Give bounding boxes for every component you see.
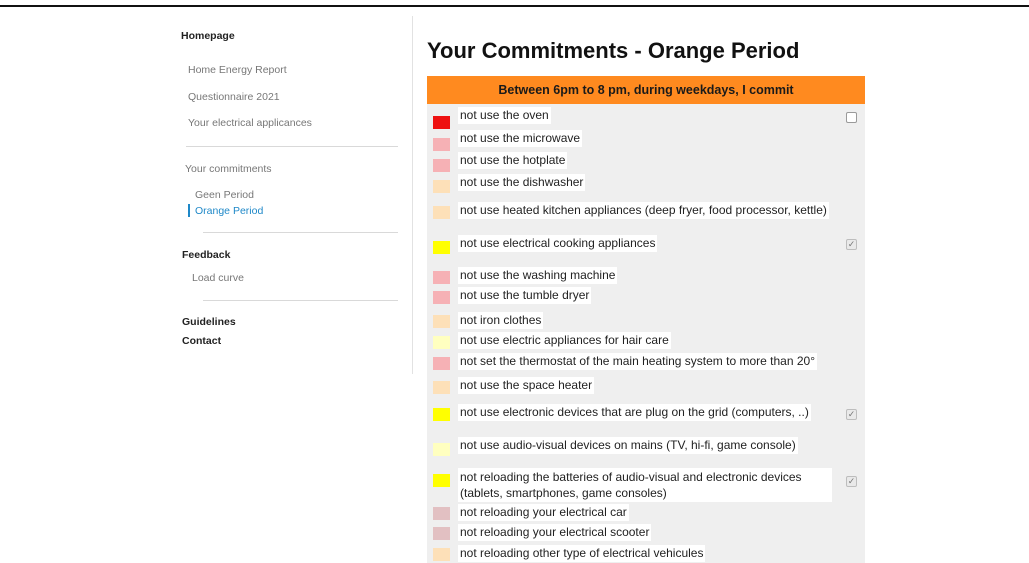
priority-color-swatch	[433, 116, 450, 129]
priority-color-swatch	[433, 138, 450, 151]
commitment-checkbox[interactable]: ✓	[846, 409, 857, 420]
commitment-label: not reloading your electrical car	[458, 504, 629, 521]
sidebar-item-your-commitments[interactable]: Your commitments	[185, 163, 272, 175]
priority-color-swatch	[433, 206, 450, 219]
commitment-label: not use electrical cooking appliances	[458, 235, 658, 252]
commitment-label: not use the oven	[458, 107, 551, 124]
sidebar-divider	[186, 146, 398, 147]
sidebar-item-guidelines[interactable]: Guidelines	[182, 316, 236, 328]
commitment-checkbox[interactable]	[846, 112, 857, 123]
content-divider	[412, 16, 413, 374]
commitment-checkbox[interactable]: ✓	[846, 239, 857, 250]
commitment-label: not reloading the batteries of audio-vis…	[458, 468, 832, 502]
priority-color-swatch	[433, 336, 450, 349]
page-title: Your Commitments - Orange Period	[427, 38, 800, 63]
period-banner: Between 6pm to 8 pm, during weekdays, I …	[427, 76, 865, 104]
priority-color-swatch	[433, 527, 450, 540]
priority-color-swatch	[433, 357, 450, 370]
sidebar-item-feedback[interactable]: Feedback	[182, 249, 230, 261]
sidebar-item-geen-period[interactable]: Geen Period	[195, 189, 254, 201]
sidebar-item-home-energy-report[interactable]: Home Energy Report	[188, 64, 287, 76]
priority-color-swatch	[433, 241, 450, 254]
commitment-label: not use audio-visual devices on mains (T…	[458, 437, 798, 454]
commitment-label: not reloading other type of electrical v…	[458, 545, 706, 562]
sidebar-divider	[203, 232, 398, 233]
commitment-label: not use the hotplate	[458, 152, 568, 169]
banner-text: Between 6pm to 8 pm, during weekdays, I …	[498, 83, 794, 97]
priority-color-swatch	[433, 474, 450, 487]
sidebar-divider	[203, 300, 398, 301]
priority-color-swatch	[433, 443, 450, 456]
commitment-label: not use electric appliances for hair car…	[458, 332, 671, 349]
priority-color-swatch	[433, 315, 450, 328]
commitment-label: not use the microwave	[458, 130, 583, 147]
priority-color-swatch	[433, 507, 450, 520]
commitment-label: not use the space heater	[458, 377, 595, 394]
top-border	[0, 5, 1029, 7]
priority-color-swatch	[433, 291, 450, 304]
priority-color-swatch	[433, 548, 450, 561]
sidebar-item-homepage[interactable]: Homepage	[181, 30, 235, 42]
commitment-label: not use the dishwasher	[458, 174, 586, 191]
commitment-label: not set the thermostat of the main heati…	[458, 353, 817, 370]
priority-color-swatch	[433, 271, 450, 284]
sidebar-item-load-curve[interactable]: Load curve	[192, 272, 244, 284]
sidebar-item-electrical-appliances[interactable]: Your electrical applicances	[188, 117, 312, 129]
active-indicator	[188, 204, 190, 217]
commitment-label: not iron clothes	[458, 312, 544, 329]
commitment-checkbox[interactable]: ✓	[846, 476, 857, 487]
priority-color-swatch	[433, 408, 450, 421]
commitment-label: not reloading your electrical scooter	[458, 524, 652, 541]
sidebar-item-orange-period[interactable]: Orange Period	[195, 205, 263, 217]
commitment-label: not use heated kitchen appliances (deep …	[458, 202, 829, 219]
commitment-label: not use the washing machine	[458, 267, 618, 284]
sidebar-item-contact[interactable]: Contact	[182, 335, 221, 347]
priority-color-swatch	[433, 180, 450, 193]
sidebar-item-questionnaire[interactable]: Questionnaire 2021	[188, 91, 280, 103]
priority-color-swatch	[433, 381, 450, 394]
commitment-label: not use the tumble dryer	[458, 287, 592, 304]
commitment-label: not use electronic devices that are plug…	[458, 404, 811, 421]
priority-color-swatch	[433, 159, 450, 172]
